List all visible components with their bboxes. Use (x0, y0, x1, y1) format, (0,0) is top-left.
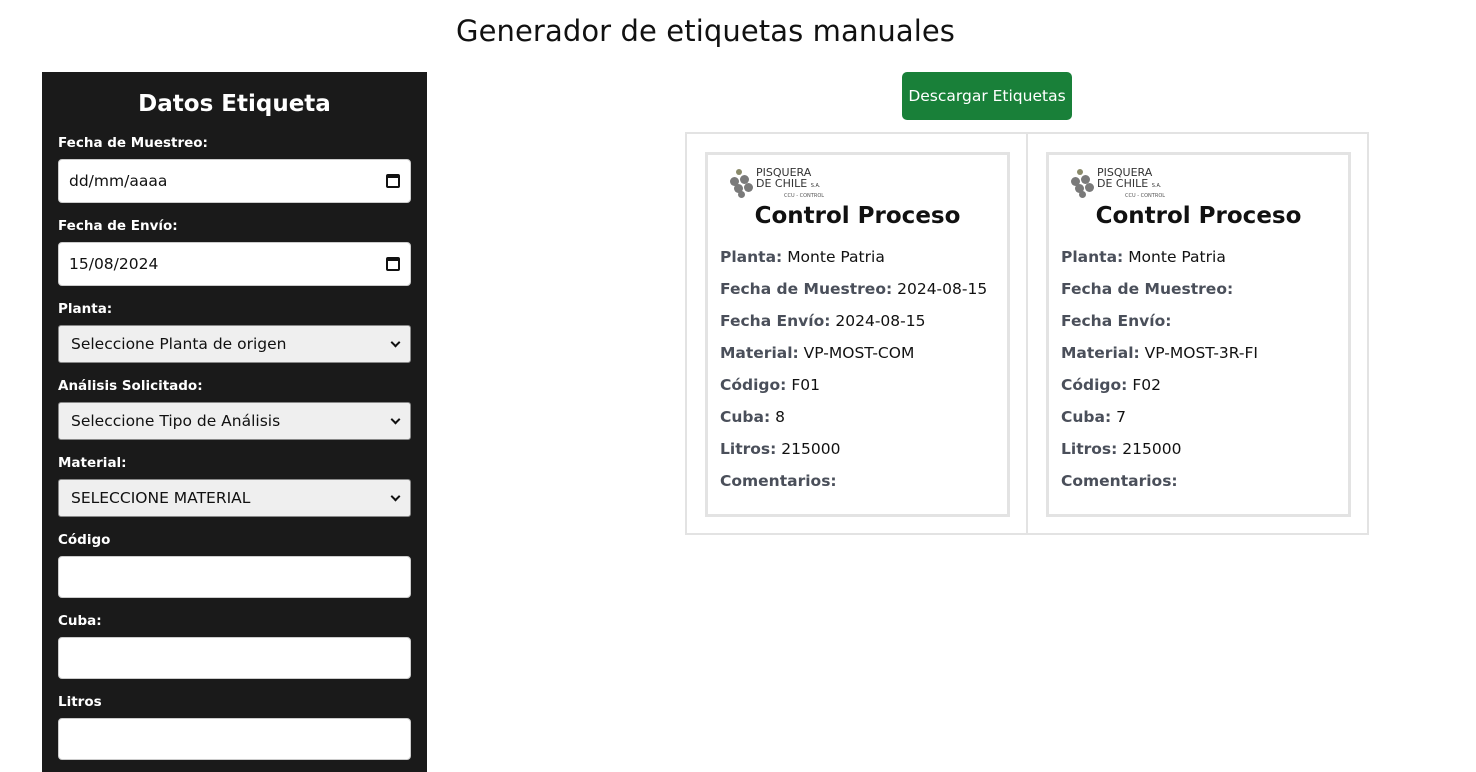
cuba-label: Cuba: (58, 613, 102, 629)
chevron-down-icon (390, 491, 401, 501)
label-cuba-row: Cuba: 8 (720, 408, 785, 426)
litros-input[interactable] (58, 718, 411, 760)
label-codigo-row: Código: F02 (1061, 376, 1161, 394)
material-field: Material: SELECCIONE MATERIAL (58, 454, 411, 517)
codigo-label: Código (58, 532, 111, 548)
fecha-envio-input[interactable]: 15/08/2024 (58, 242, 411, 286)
fecha-muestreo-value: dd/mm/aaaa (69, 172, 168, 190)
codigo-input[interactable] (58, 556, 411, 598)
label-muestreo-row: Fecha de Muestreo: 2024-08-15 (720, 280, 988, 298)
label-cell: PISQUERA DE CHILE S.A. CCU - CONTROL Con… (687, 134, 1026, 533)
logo-line3: CCU - CONTROL (784, 193, 825, 199)
litros-label: Litros (58, 694, 102, 710)
label-envio-row: Fecha Envío: 2024-08-15 (720, 312, 926, 330)
logo-line3: CCU - CONTROL (1125, 193, 1166, 199)
logo-line2: DE CHILE (756, 177, 808, 190)
analisis-field: Análisis Solicitado: Seleccione Tipo de … (58, 377, 411, 440)
label-title: Control Proceso (1095, 203, 1302, 229)
planta-field: Planta: Seleccione Planta de origen (58, 300, 411, 363)
calendar-icon[interactable] (386, 174, 400, 188)
fecha-muestreo-field: Fecha de Muestreo: dd/mm/aaaa (58, 134, 411, 203)
label-codigo-row: Código: F01 (720, 376, 820, 394)
label-card: PISQUERA DE CHILE S.A. CCU - CONTROL Con… (705, 152, 1010, 517)
labels-preview-grid: PISQUERA DE CHILE S.A. CCU - CONTROL Con… (685, 132, 1369, 535)
label-title: Control Proceso (754, 203, 961, 229)
label-planta-row: Planta: Monte Patria (720, 248, 885, 266)
logo-suffix: S.A. (1151, 183, 1162, 189)
planta-select[interactable]: Seleccione Planta de origen (58, 325, 411, 363)
calendar-icon[interactable] (386, 257, 400, 271)
fecha-envio-value: 15/08/2024 (69, 255, 159, 273)
label-cuba-row: Cuba: 7 (1061, 408, 1126, 426)
cuba-field: Cuba: (58, 612, 411, 679)
label-material-row: Material: VP-MOST-3R-FI (1061, 344, 1259, 362)
label-litros-row: Litros: 215000 (1061, 440, 1182, 458)
material-select[interactable]: SELECCIONE MATERIAL (58, 479, 411, 517)
fecha-muestreo-input[interactable]: dd/mm/aaaa (58, 159, 411, 203)
label-envio-row: Fecha Envío: (1061, 312, 1172, 330)
grapes-icon (1069, 169, 1095, 199)
label-comentarios-row: Comentarios: (1061, 472, 1178, 490)
label-material-row: Material: VP-MOST-COM (720, 344, 915, 362)
litros-field: Litros (58, 693, 411, 760)
sidebar-title: Datos Etiqueta (138, 91, 331, 117)
label-muestreo-row: Fecha de Muestreo: (1061, 280, 1234, 298)
analisis-label: Análisis Solicitado: (58, 378, 203, 394)
planta-selected-value: Seleccione Planta de origen (71, 335, 287, 353)
download-labels-button[interactable]: Descargar Etiquetas (902, 72, 1072, 120)
material-selected-value: SELECCIONE MATERIAL (71, 489, 251, 507)
chevron-down-icon (390, 337, 401, 347)
label-cell: PISQUERA DE CHILE S.A. CCU - CONTROL Con… (1026, 134, 1367, 533)
fecha-muestreo-label: Fecha de Muestreo: (58, 135, 208, 151)
grapes-icon (728, 169, 754, 199)
cuba-input[interactable] (58, 637, 411, 679)
fecha-envio-label: Fecha de Envío: (58, 218, 178, 234)
logo-suffix: S.A. (810, 183, 821, 189)
fecha-envio-field: Fecha de Envío: 15/08/2024 (58, 217, 411, 286)
planta-label: Planta: (58, 301, 113, 317)
label-comentarios-row: Comentarios: (720, 472, 837, 490)
label-card: PISQUERA DE CHILE S.A. CCU - CONTROL Con… (1046, 152, 1351, 517)
label-form-sidebar: Datos Etiqueta Fecha de Muestreo: dd/mm/… (42, 72, 427, 772)
analisis-selected-value: Seleccione Tipo de Análisis (71, 412, 281, 430)
codigo-field: Código (58, 531, 411, 598)
chevron-down-icon (390, 414, 401, 424)
page-title: Generador de etiquetas manuales (456, 14, 956, 48)
analisis-select[interactable]: Seleccione Tipo de Análisis (58, 402, 411, 440)
label-planta-row: Planta: Monte Patria (1061, 248, 1226, 266)
label-litros-row: Litros: 215000 (720, 440, 841, 458)
logo-line2: DE CHILE (1097, 177, 1149, 190)
material-label: Material: (58, 455, 127, 471)
